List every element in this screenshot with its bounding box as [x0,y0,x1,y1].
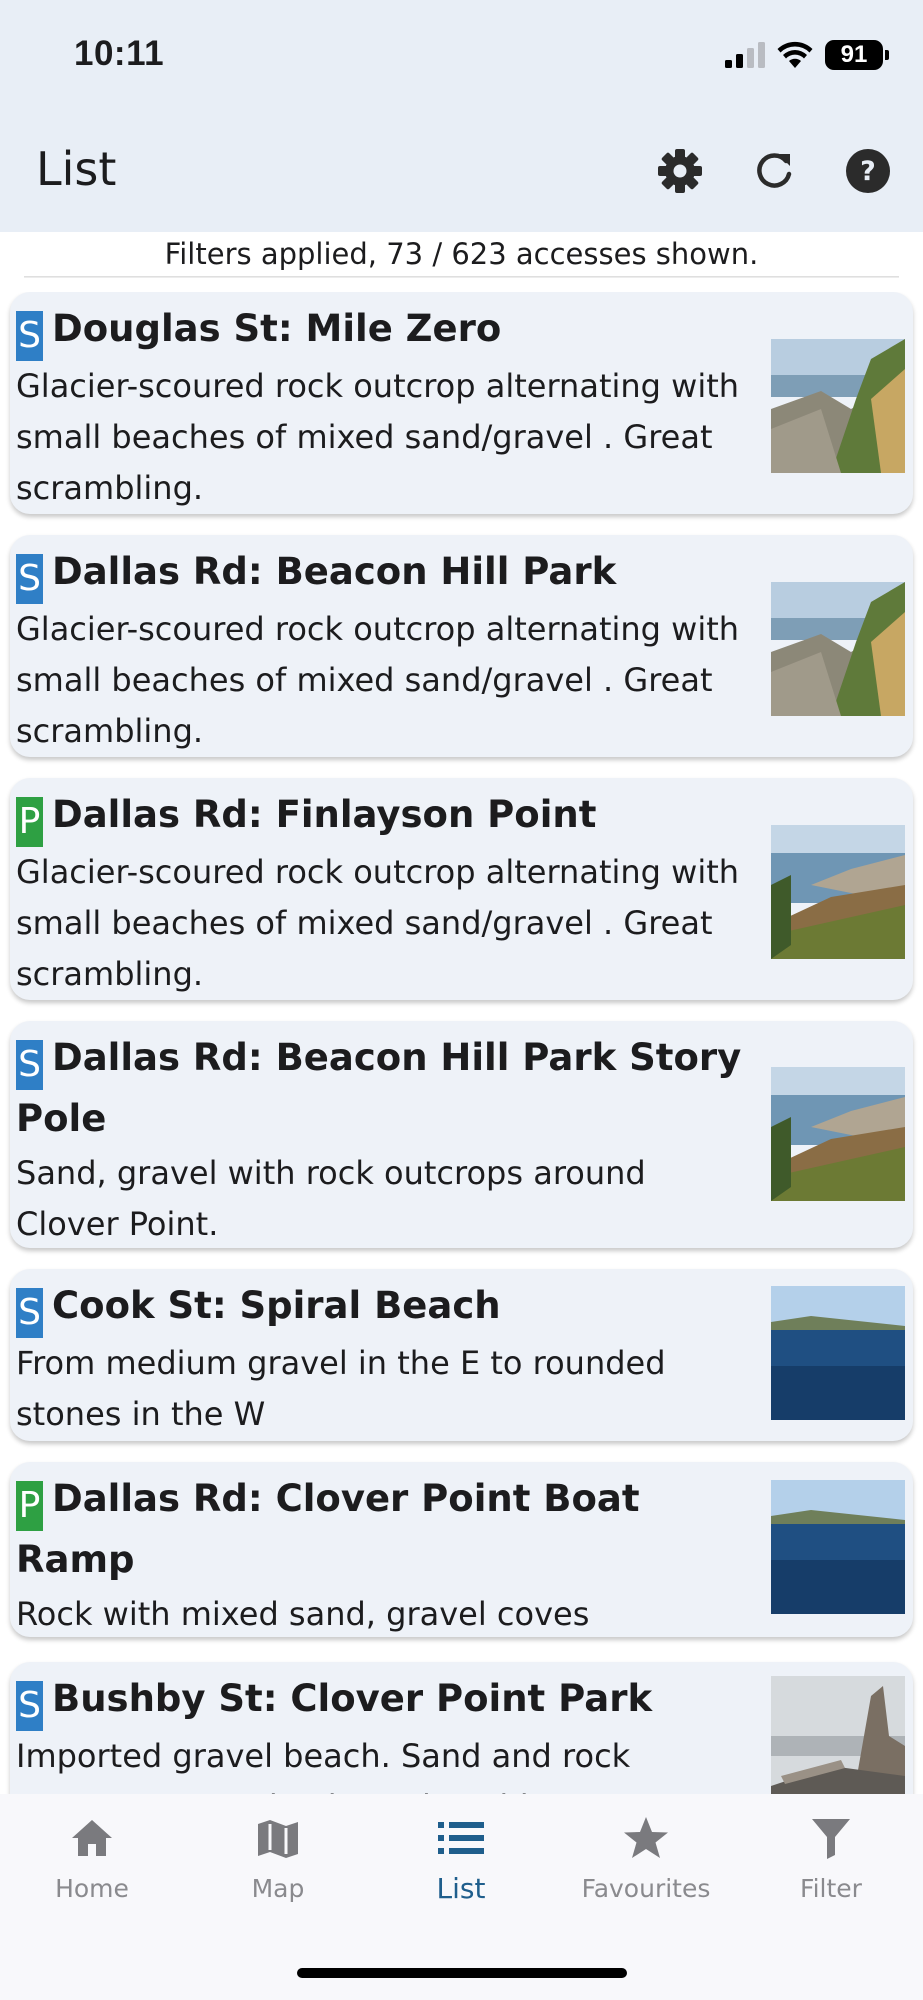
help-button[interactable]: ? [839,142,897,200]
help-icon: ? [846,149,890,193]
nav-map[interactable]: Map [188,1812,368,1903]
nav-home[interactable]: Home [2,1812,182,1903]
svg-text:?: ? [860,156,876,187]
list-item-title-text: Dallas Rd: Beacon Hill Park [52,550,617,593]
list-item-thumbnail [771,1676,905,1794]
list-item-thumbnail [771,582,905,716]
wifi-icon [777,41,813,68]
filter-status-banner: Filters applied, 73 / 623 accesses shown… [164,237,759,271]
list-item-title-text: Dallas Rd: Beacon Hill Park Story Pole [16,1036,742,1140]
status-icons: 91 [725,38,889,72]
list-item-title: P Dallas Rd: Clover Point Boat Ramp [16,1470,756,1589]
list-item-description: Glacier-scoured rock outcrop alternating… [16,610,740,750]
map-icon [258,1820,298,1858]
list-item-title: P Dallas Rd: Finlayson Point [16,786,756,847]
list-item-title: S Douglas St: Mile Zero [16,300,756,361]
list-item-title-text: Douglas St: Mile Zero [52,307,502,350]
page-title: List [36,142,117,196]
list-item-text: S Cook St: Spiral Beach From medium grave… [16,1277,756,1440]
list-icon [438,1822,484,1854]
list-item-text: P Dallas Rd: Clover Point Boat Ramp Rock … [16,1470,756,1640]
type-badge: P [16,1481,43,1531]
list-item[interactable]: P Dallas Rd: Finlayson Point Glacier-scou… [10,778,913,1000]
list-item-description: From medium gravel in the E to rounded s… [16,1344,666,1433]
home-icon [72,1820,112,1856]
list-item-text: S Dallas Rd: Beacon Hill Park Story Pole … [16,1029,756,1250]
nav-favourites-label: Favourites [581,1874,711,1903]
refresh-button[interactable] [745,142,803,200]
nav-map-label: Map [251,1874,305,1903]
list-item-text: S Bushby St: Clover Point Park Imported g… [16,1670,756,1794]
list-item-text: S Dallas Rd: Beacon Hill Park Glacier-sco… [16,543,756,757]
refresh-icon [757,153,792,188]
list-item-title: S Dallas Rd: Beacon Hill Park Story Pole [16,1029,756,1148]
type-badge: S [16,1288,43,1338]
list-item-thumbnail [771,1067,905,1201]
list-item-title: S Dallas Rd: Beacon Hill Park [16,543,756,604]
list-item-description: Imported gravel beach. Sand and rock out… [16,1737,631,1794]
nav-list[interactable]: List [371,1812,551,1905]
list-item[interactable]: S Dallas Rd: Beacon Hill Park Story Pole … [10,1021,913,1248]
battery-indicator: 91 [825,40,889,70]
status-bar: 10:11 91 [0,0,923,112]
list-item-text: S Douglas St: Mile Zero Glacier-scoured r… [16,300,756,514]
list-item-thumbnail [771,1480,905,1614]
type-badge: P [16,797,43,847]
list-item-description: Glacier-scoured rock outcrop alternating… [16,853,740,993]
gear-icon [658,149,702,193]
list-item[interactable]: S Dallas Rd: Beacon Hill Park Glacier-sco… [10,535,913,757]
type-badge: S [16,1681,43,1731]
star-icon [624,1817,668,1858]
filter-icon [812,1819,850,1859]
list-item-text: P Dallas Rd: Finlayson Point Glacier-scou… [16,786,756,1000]
list-item-thumbnail [771,825,905,959]
access-list[interactable]: S Douglas St: Mile Zero Glacier-scoured r… [0,292,923,1794]
list-item[interactable]: S Cook St: Spiral Beach From medium grave… [10,1269,913,1441]
type-badge: S [16,554,43,604]
nav-filter[interactable]: Filter [741,1812,921,1903]
list-item-description: Glacier-scoured rock outcrop alternating… [16,367,740,507]
list-item-title-text: Bushby St: Clover Point Park [52,1677,653,1720]
list-item-title-text: Dallas Rd: Finlayson Point [52,793,597,836]
signal-icon [725,42,765,68]
list-item-description: Sand, gravel with rock outcrops around C… [16,1154,646,1243]
nav-list-label: List [436,1872,486,1905]
banner-divider [24,276,899,278]
list-item[interactable]: S Douglas St: Mile Zero Glacier-scoured r… [10,292,913,514]
type-badge: S [16,1040,43,1090]
list-item[interactable]: S Bushby St: Clover Point Park Imported g… [10,1662,913,1794]
list-item-title: S Cook St: Spiral Beach [16,1277,756,1338]
nav-filter-label: Filter [800,1874,862,1903]
list-item-thumbnail [771,339,905,473]
nav-home-label: Home [55,1874,129,1903]
app-bar: List ? [0,112,923,232]
list-item-thumbnail [771,1286,905,1420]
list-item-title: S Bushby St: Clover Point Park [16,1670,756,1731]
list-item[interactable]: P Dallas Rd: Clover Point Boat Ramp Rock … [10,1462,913,1637]
nav-favourites[interactable]: Favourites [556,1812,736,1903]
status-time: 10:11 [74,34,165,73]
type-badge: S [16,311,43,361]
settings-button[interactable] [651,142,709,200]
list-item-title-text: Cook St: Spiral Beach [52,1284,501,1327]
home-indicator [297,1968,627,1978]
list-item-description: Rock with mixed sand, gravel coves [16,1595,590,1633]
list-item-title-text: Dallas Rd: Clover Point Boat Ramp [16,1477,640,1581]
app-bar-actions: ? [651,142,897,200]
